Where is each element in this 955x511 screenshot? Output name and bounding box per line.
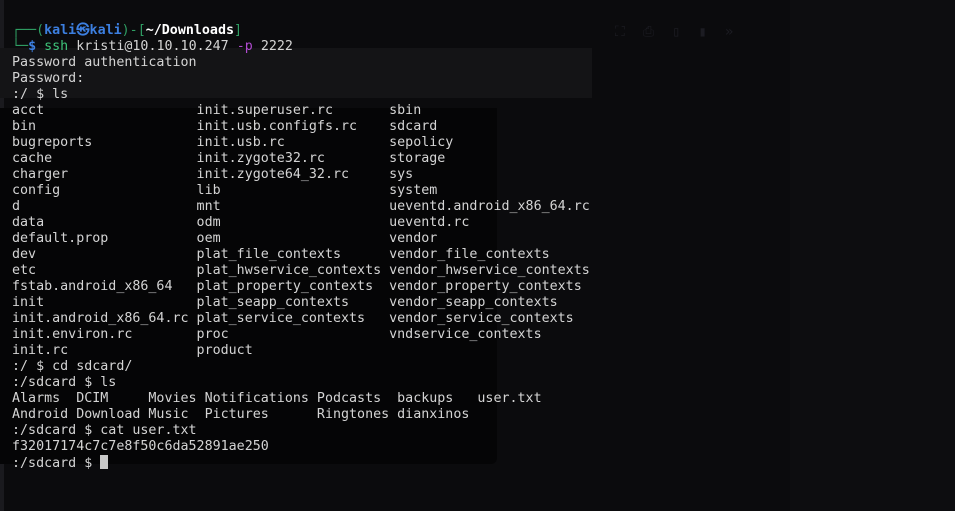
background-toolbar: ⛶ ⎙ ▯ ▮ »: [615, 24, 733, 40]
terminal-line: fstab.android_x86_64 plat_property_conte…: [12, 279, 582, 294]
terminal-line: data odm ueventd.rc: [12, 215, 470, 230]
prompt-at: ㉿: [76, 23, 90, 38]
file-icon: ▯: [672, 24, 681, 40]
terminal-line: etc plat_hwservice_contexts vendor_hwser…: [12, 263, 590, 278]
terminal-output[interactable]: ┌──(kali㉿kali)-[~/Downloads] └─$ ssh kri…: [12, 23, 590, 472]
terminal-line: bugreports init.usb.rc sepolicy: [12, 135, 454, 150]
terminal-line: :/ $ cd sdcard/: [12, 359, 133, 374]
command-args: kristi@10.10.10.247: [76, 39, 229, 54]
bookmark-icon: ▮: [698, 24, 707, 40]
terminal-line: d mnt ueventd.android_x86_64.rc: [12, 199, 590, 214]
terminal-line: Alarms DCIM Movies Notifications Podcast…: [12, 391, 542, 406]
terminal-line: config lib system: [12, 183, 438, 198]
terminal-cursor: [100, 455, 109, 469]
prompt-frame: └─: [12, 39, 29, 54]
terminal-line: Password authentication: [12, 55, 197, 70]
command: ssh: [44, 39, 69, 54]
prompt-frame: )-[: [121, 23, 146, 38]
prompt-frame: ]: [234, 23, 243, 38]
terminal-line: init.environ.rc proc vndservice_contexts: [12, 327, 542, 342]
prompt-path: ~/Downloads: [145, 23, 235, 38]
terminal-line: f32017174c7c7e8f50c6da52891ae250: [12, 439, 269, 454]
terminal-line: :/sdcard $ cat user.txt: [12, 423, 197, 438]
terminal-line: charger init.zygote64_32.rc sys: [12, 167, 414, 182]
final-prompt: :/sdcard $: [12, 456, 101, 471]
terminal-line: Password:: [12, 71, 85, 86]
print-icon: ⎙: [642, 24, 655, 40]
command-flag: -p: [236, 39, 253, 54]
terminal-line: init.rc product: [12, 343, 253, 358]
terminal-line: default.prop oem vendor: [12, 231, 438, 246]
prompt-host: kali: [89, 23, 122, 38]
prompt-dollar: $: [28, 39, 45, 54]
more-icon: »: [724, 24, 734, 40]
command-port: 2222: [260, 39, 293, 54]
prompt-user: kali: [44, 23, 77, 38]
terminal-line: init.android_x86_64.rc plat_service_cont…: [12, 311, 574, 326]
terminal-line: acct init.superuser.rc sbin: [12, 103, 422, 118]
terminal-line: dev plat_file_contexts vendor_file_conte…: [12, 247, 550, 262]
terminal-line: :/sdcard $ ls: [12, 375, 117, 390]
background-window: [790, 0, 955, 511]
terminal-lines: Password authentication Password: :/ $ l…: [12, 55, 590, 454]
terminal-line: Android Download Music Pictures Ringtone…: [12, 407, 470, 422]
fullscreen-icon: ⛶: [615, 24, 625, 40]
terminal-line: bin init.usb.configfs.rc sdcard: [12, 119, 438, 134]
terminal-line: cache init.zygote32.rc storage: [12, 151, 446, 166]
terminal-line: init plat_seapp_contexts vendor_seapp_co…: [12, 295, 558, 310]
terminal-line: :/ $ ls: [12, 87, 69, 102]
prompt-frame: ┌──(: [12, 23, 45, 38]
